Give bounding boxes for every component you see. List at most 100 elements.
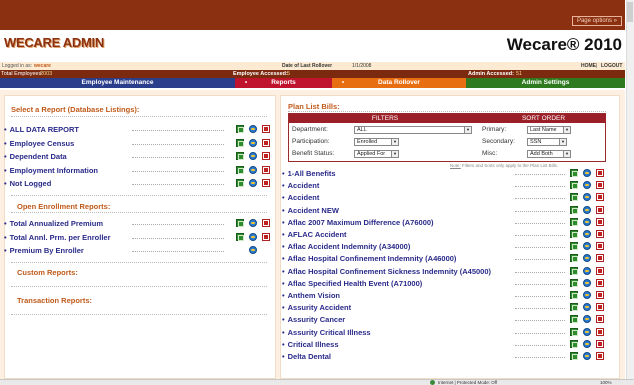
pdf-icon[interactable] [596, 315, 604, 324]
zoom-level[interactable]: 100% [600, 380, 612, 385]
browser-view-icon[interactable] [583, 339, 591, 348]
plan-link[interactable]: • Delta Dental [282, 352, 331, 361]
excel-icon[interactable] [570, 254, 578, 263]
pdf-icon[interactable] [262, 138, 270, 147]
excel-icon[interactable] [236, 179, 244, 187]
pdf-icon[interactable] [596, 242, 604, 251]
plan-link[interactable]: • Assurity Critical Illness [282, 328, 371, 337]
report-link[interactable]: • Not Logged [4, 179, 51, 188]
pdf-icon[interactable] [262, 152, 270, 160]
report-link[interactable]: • Employee Census [4, 139, 74, 148]
tab-reports[interactable]: • Reports [235, 78, 332, 88]
browser-view-icon[interactable] [249, 179, 257, 187]
pdf-icon[interactable] [262, 232, 270, 241]
report-link[interactable]: • Premium By Enroller [4, 246, 84, 255]
excel-icon[interactable] [570, 169, 578, 177]
benefit-status-select[interactable]: Applied For ▼ [354, 150, 399, 158]
pdf-icon[interactable] [596, 205, 604, 214]
plan-link[interactable]: • Critical Illness [282, 340, 339, 349]
excel-icon[interactable] [570, 278, 578, 287]
excel-icon[interactable] [570, 205, 578, 214]
plan-link[interactable]: • Assurity Cancer [282, 315, 345, 324]
excel-icon[interactable] [570, 352, 578, 360]
pdf-icon[interactable] [262, 179, 270, 187]
pdf-icon[interactable] [596, 230, 604, 238]
pdf-icon[interactable] [596, 339, 604, 348]
misc-select[interactable]: Add Both ▼ [527, 150, 571, 158]
browser-view-icon[interactable] [249, 125, 257, 133]
excel-icon[interactable] [570, 230, 578, 238]
plan-link[interactable]: • Accident [282, 193, 319, 202]
excel-icon[interactable] [570, 217, 578, 226]
browser-view-icon[interactable] [583, 169, 591, 177]
excel-icon[interactable] [236, 165, 244, 174]
browser-view-icon[interactable] [583, 217, 591, 226]
report-link[interactable]: • ALL DATA REPORT [4, 125, 79, 134]
browser-view-icon[interactable] [249, 219, 257, 227]
plan-link[interactable]: • Anthem Vision [282, 291, 340, 300]
excel-icon[interactable] [236, 125, 244, 133]
excel-icon[interactable] [236, 232, 244, 241]
excel-icon[interactable] [570, 266, 578, 275]
pdf-icon[interactable] [596, 266, 604, 275]
plan-link[interactable]: • Aflac 2007 Maximum Difference (A76000) [282, 218, 434, 227]
browser-view-icon[interactable] [249, 152, 257, 160]
pdf-icon[interactable] [596, 327, 604, 336]
pdf-icon[interactable] [262, 219, 270, 227]
browser-view-icon[interactable] [583, 352, 591, 360]
primary-select[interactable]: Last Name ▼ [527, 126, 571, 134]
excel-icon[interactable] [570, 181, 578, 190]
pdf-icon[interactable] [262, 125, 270, 133]
plan-link[interactable]: • Assurity Accident [282, 303, 351, 312]
pdf-icon[interactable] [596, 303, 604, 312]
browser-view-icon[interactable] [583, 205, 591, 214]
excel-icon[interactable] [570, 339, 578, 348]
excel-icon[interactable] [236, 138, 244, 147]
report-link[interactable]: • Employment Information [4, 166, 98, 175]
plan-link[interactable]: • Accident [282, 181, 319, 190]
tab-employee-maintenance[interactable]: Employee Maintenance [0, 78, 235, 88]
plan-link[interactable]: • Aflac Accident Indemnity (A34000) [282, 242, 410, 251]
excel-icon[interactable] [570, 327, 578, 336]
pdf-icon[interactable] [596, 278, 604, 287]
browser-view-icon[interactable] [249, 232, 257, 241]
pdf-icon[interactable] [596, 181, 604, 190]
browser-view-icon[interactable] [583, 291, 591, 299]
excel-icon[interactable] [570, 303, 578, 312]
report-link[interactable]: • Total Annl. Prm. per Enroller [4, 233, 111, 242]
department-select[interactable]: ALL ▼ [354, 126, 472, 134]
report-link[interactable]: • Dependent Data [4, 152, 67, 161]
browser-view-icon[interactable] [249, 138, 257, 147]
tab-admin-settings[interactable]: Admin Settings [466, 78, 625, 88]
excel-icon[interactable] [236, 152, 244, 160]
pdf-icon[interactable] [596, 217, 604, 226]
report-link[interactable]: • Total Annualized Premium [4, 219, 103, 228]
browser-view-icon[interactable] [583, 266, 591, 275]
plan-link[interactable]: • Aflac Hospital Confinement Sickness Ind… [282, 267, 491, 276]
logout-link[interactable]: LOGOUT [601, 62, 622, 70]
browser-view-icon[interactable] [583, 278, 591, 287]
excel-icon[interactable] [570, 242, 578, 251]
pdf-icon[interactable] [262, 165, 270, 174]
secondary-select[interactable]: SSN ▼ [527, 138, 567, 146]
scrollbar-thumb[interactable] [627, 2, 633, 22]
browser-view-icon[interactable] [583, 327, 591, 336]
excel-icon[interactable] [570, 291, 578, 299]
vertical-scrollbar[interactable] [626, 0, 634, 379]
plan-link[interactable]: • Accident NEW [282, 206, 339, 215]
browser-view-icon[interactable] [249, 165, 257, 174]
excel-icon[interactable] [570, 193, 578, 202]
participation-select[interactable]: Enrolled ▼ [354, 138, 399, 146]
browser-view-icon[interactable] [249, 246, 257, 254]
plan-link[interactable]: • 1-All Benefits [282, 169, 336, 178]
plan-link[interactable]: • AFLAC Accident [282, 230, 347, 239]
page-options-button[interactable]: Page options » [571, 16, 622, 26]
plan-link[interactable]: • Aflac Specified Health Event (A71000) [282, 279, 422, 288]
pdf-icon[interactable] [596, 193, 604, 202]
pdf-icon[interactable] [596, 169, 604, 177]
pdf-icon[interactable] [596, 352, 604, 360]
home-link[interactable]: HOME [581, 62, 596, 70]
pdf-icon[interactable] [596, 254, 604, 263]
browser-view-icon[interactable] [583, 230, 591, 238]
excel-icon[interactable] [236, 219, 244, 227]
